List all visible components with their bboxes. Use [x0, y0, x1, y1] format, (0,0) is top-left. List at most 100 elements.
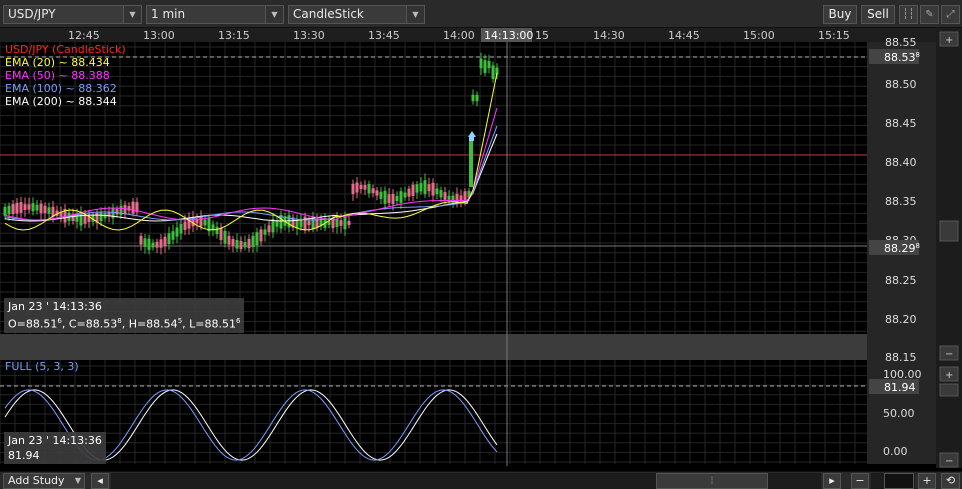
candle-body — [439, 189, 443, 198]
chevron-down-icon[interactable]: ▼ — [265, 6, 283, 23]
crosshair-price-text: 88.298 — [884, 242, 920, 255]
time-tick-label: 14:00 — [443, 29, 475, 42]
candle-body — [175, 227, 179, 237]
horizontal-scroll-thumb[interactable]: ⁞ — [656, 473, 768, 489]
stoch-scroll-thumb[interactable] — [939, 383, 959, 397]
candle-body — [219, 227, 223, 241]
candle-body — [167, 233, 171, 245]
pencil-icon[interactable]: ✎ — [920, 5, 939, 24]
candle-body — [127, 206, 131, 211]
scroll-left-button[interactable]: ◂ — [91, 473, 109, 489]
candle-body — [7, 205, 11, 215]
candle-body — [451, 195, 455, 203]
legend-ema200: EMA (200) ~ 88.344 — [5, 95, 117, 108]
candle-body — [115, 208, 119, 215]
time-tick-label: 14:30 — [593, 29, 625, 42]
minus-icon: − — [945, 456, 953, 467]
candle-body — [491, 65, 495, 80]
candle-body — [403, 192, 407, 198]
interval-select[interactable]: 1 min ▼ — [146, 5, 284, 24]
stoch-tooltip: Jan 23 ' 14:13:36 81.94 — [4, 432, 106, 464]
scroll-right-button[interactable]: ▸ — [823, 473, 841, 489]
time-tick-label: 13:00 — [143, 29, 175, 42]
add-study-label: Add Study — [8, 474, 65, 487]
time-tick-label: 15:00 — [743, 29, 775, 42]
symbol-select[interactable]: USD/JPY ▼ — [3, 5, 142, 24]
stoch-legend: FULL (5, 3, 3) — [5, 360, 79, 373]
candle-body — [47, 207, 51, 214]
time-tick-label: 15:15 — [818, 29, 850, 42]
price-tick-label: 88.40 — [885, 156, 917, 169]
zoom-in-time-button[interactable]: + — [918, 473, 936, 489]
plus-icon: + — [945, 370, 953, 381]
chart-canvas[interactable]: 12:45 13:00 13:15 13:30 13:45 14:00 15 14:30 14:… — [0, 28, 962, 468]
candle-body — [479, 58, 483, 69]
chart-type-select[interactable]: CandleStick ▼ — [288, 5, 425, 24]
panel-separator — [0, 334, 867, 360]
vertical-scroll-track[interactable] — [936, 28, 962, 468]
expand-icon[interactable]: ⤢ — [941, 5, 960, 24]
sell-button[interactable]: Sell — [861, 5, 895, 24]
buy-button[interactable]: Buy — [823, 5, 857, 24]
time-tick-label: 15 — [535, 29, 549, 42]
time-tick-label: 13:30 — [293, 29, 325, 42]
price-tick-label: 88.50 — [885, 78, 917, 91]
time-zoom-thumb[interactable] — [884, 473, 914, 489]
candle-body — [307, 220, 311, 226]
candle-body — [139, 235, 143, 245]
candle-body — [335, 218, 339, 228]
candle-body — [407, 188, 411, 197]
interval-select-value: 1 min — [151, 7, 186, 21]
legend-main: USD/JPY (CandleStick) — [5, 43, 126, 56]
zoom-out-time-button[interactable]: − — [851, 473, 869, 489]
candle-body — [43, 205, 47, 214]
candle-body — [391, 193, 395, 205]
candle-body — [415, 184, 419, 193]
indicators-icon[interactable]: ┆┆ — [899, 5, 918, 24]
candle-body — [99, 212, 103, 222]
candle-body — [427, 184, 431, 192]
add-study-button[interactable]: Add Study ▼ — [3, 473, 85, 489]
crosshair-time-text: 14:13:00 — [484, 29, 533, 42]
stoch-current-text: 81.94 — [884, 381, 916, 394]
candle-body — [371, 188, 375, 194]
time-tick-label: 13:45 — [368, 29, 400, 42]
ohlc-date: Jan 23 ' 14:13:36 — [8, 300, 102, 313]
candle-body — [475, 94, 479, 102]
current-price-text: 88.538 — [884, 51, 920, 64]
price-tick-label: 88.20 — [885, 313, 917, 326]
candle-body — [419, 183, 423, 192]
chevron-down-icon[interactable]: ▼ — [123, 6, 141, 23]
legend-ema50: EMA (50) ~ 88.388 — [5, 69, 110, 82]
price-legend: USD/JPY (CandleStick) EMA (20) ~ 88.434 … — [5, 43, 126, 108]
candle-body — [267, 225, 271, 233]
candle-body — [31, 203, 35, 212]
candle-body — [383, 190, 387, 204]
price-axis: 88.5588.5088.4588.4088.3588.3088.2588.20… — [885, 36, 917, 364]
reset-icon[interactable]: ⟲ — [941, 473, 960, 489]
candle-body — [15, 202, 19, 214]
candle-body — [23, 204, 27, 210]
legend-ema20: EMA (20) ~ 88.434 — [5, 56, 110, 69]
chevron-down-icon[interactable]: ▼ — [406, 6, 424, 23]
candle-body — [239, 240, 243, 249]
stoch-tooltip-value: 81.94 — [8, 449, 40, 462]
bottom-bar: Add Study ▼ ◂ ⁞ ▸ − + ⟲ — [0, 471, 962, 489]
price-tick-label: 88.35 — [885, 195, 917, 208]
candle-body — [39, 203, 43, 214]
vertical-scroll-thumb[interactable] — [939, 220, 959, 242]
candle-body — [251, 235, 255, 248]
candle-body — [355, 182, 359, 193]
candle-body — [399, 191, 403, 203]
signal-arrow-stem — [469, 137, 474, 141]
candle-body — [155, 241, 159, 248]
candle-body — [443, 192, 447, 200]
chart-area[interactable]: 12:45 13:00 13:15 13:30 13:45 14:00 15 14:30 14:… — [0, 28, 962, 468]
candle-body — [343, 216, 347, 230]
candle-body — [131, 201, 135, 214]
chart-type-select-value: CandleStick — [293, 7, 364, 21]
candle-body — [171, 231, 175, 240]
candle-body — [469, 141, 473, 187]
candle-body — [483, 60, 487, 74]
candle-body — [255, 232, 259, 246]
